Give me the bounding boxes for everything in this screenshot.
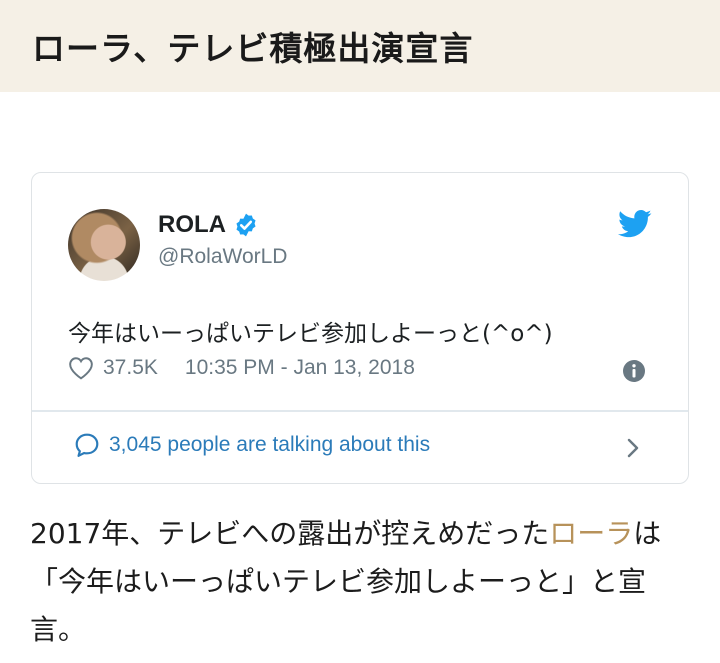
tweet-embed[interactable]: ROLA @RolaWorLD 今年はいーっぱいテレビ参加しよーっと(^o^) … <box>31 172 689 484</box>
article-body: 2017年、テレビへの露出が控えめだったローラは「今年はいーっぱいテレビ参加しよ… <box>30 510 690 654</box>
divider <box>32 410 688 412</box>
author-name[interactable]: ROLA <box>158 211 226 239</box>
info-icon[interactable] <box>622 359 646 383</box>
verified-icon <box>236 213 256 237</box>
tweet-meta: 37.5K 10:35 PM - Jan 13, 2018 <box>68 356 415 380</box>
like-count[interactable]: 37.5K <box>103 356 158 380</box>
author-handle[interactable]: @RolaWorLD <box>158 245 287 269</box>
article-title: ローラ、テレビ積極出演宣言 <box>32 29 474 68</box>
talking-text[interactable]: 3,045 people are talking about this <box>109 433 430 457</box>
article-link-rola[interactable]: ローラ <box>549 517 633 550</box>
twitter-bird-icon[interactable] <box>618 209 652 239</box>
tweet-text: 今年はいーっぱいテレビ参加しよーっと(^o^) <box>68 321 553 347</box>
article-header: ローラ、テレビ積極出演宣言 <box>0 0 720 92</box>
avatar[interactable] <box>68 209 140 281</box>
talking-link[interactable]: 3,045 people are talking about this <box>74 432 430 458</box>
author-row: ROLA <box>158 211 259 239</box>
chevron-right-icon[interactable] <box>625 436 641 460</box>
tweet-timestamp[interactable]: 10:35 PM - Jan 13, 2018 <box>185 356 415 380</box>
speech-bubble-icon <box>75 433 99 457</box>
article-text-1: 2017年、テレビへの露出が控えめだった <box>30 517 550 550</box>
heart-icon[interactable] <box>68 356 94 380</box>
